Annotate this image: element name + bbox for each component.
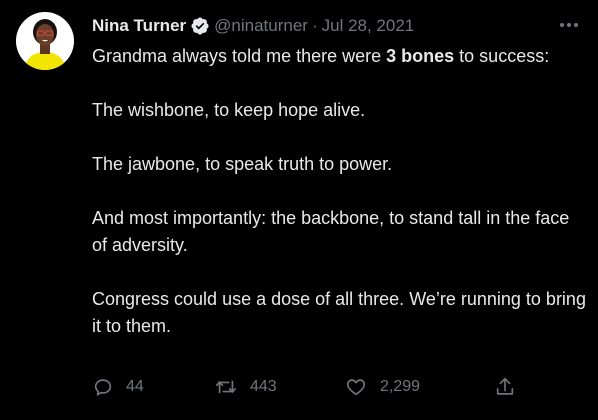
avatar-image — [16, 12, 74, 70]
author-handle[interactable]: @ninaturner — [214, 16, 308, 36]
share-button[interactable] — [494, 373, 516, 401]
like-count: 2,299 — [380, 378, 421, 395]
author-name[interactable]: Nina Turner — [92, 16, 186, 36]
tweet-text-bold: 3 bones — [386, 46, 455, 66]
tweet-paragraph-2: The wishbone, to keep hope alive. — [92, 100, 366, 120]
tweet-paragraph-5: Congress could use a dose of all three. … — [92, 289, 586, 336]
tweet-header: Nina Turner @ninaturner · Jul 28, 2021 — [92, 15, 414, 37]
tweet-text-segment: Grandma always told me there were — [92, 46, 387, 66]
tweet-actions: 44 443 2,299 — [92, 373, 532, 401]
retweet-icon — [214, 376, 238, 398]
avatar[interactable] — [16, 12, 74, 70]
reply-button[interactable]: 44 — [92, 373, 144, 401]
more-options-icon[interactable] — [556, 14, 582, 36]
retweet-count: 443 — [250, 378, 277, 395]
tweet-paragraph-3: The jawbone, to speak truth to power. — [92, 154, 393, 174]
tweet-paragraph-4: And most importantly: the backbone, to s… — [92, 208, 570, 255]
like-button[interactable]: 2,299 — [344, 373, 420, 401]
share-icon — [494, 376, 516, 398]
heart-icon — [344, 376, 368, 398]
retweet-button[interactable]: 443 — [214, 373, 277, 401]
reply-count: 44 — [126, 378, 144, 395]
reply-icon — [92, 376, 114, 398]
tweet[interactable]: Nina Turner @ninaturner · Jul 28, 2021 G… — [0, 0, 598, 420]
verified-badge-icon — [190, 16, 210, 36]
tweet-date[interactable]: Jul 28, 2021 — [322, 16, 415, 36]
tweet-text: Grandma always told me there were 3 bone… — [92, 43, 586, 340]
tweet-paragraph-1: Grandma always told me there were 3 bone… — [92, 43, 586, 70]
separator-dot: · — [311, 16, 318, 35]
tweet-text-segment: to success: — [454, 46, 550, 66]
